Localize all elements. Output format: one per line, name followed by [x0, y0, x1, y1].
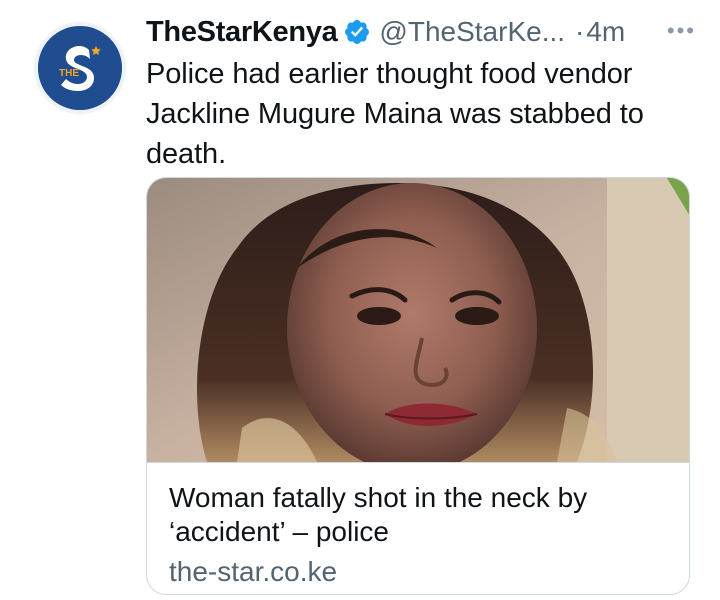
tweet-header: TheStarKenya @TheStarKe... · 4m •••: [146, 12, 706, 52]
verified-badge-icon: [343, 18, 371, 46]
tweet-text: Police had earlier thought food vendor J…: [146, 58, 644, 170]
article-photo[interactable]: [147, 178, 689, 462]
link-card-body[interactable]: Woman fatally shot in the neck by ‘accid…: [147, 462, 689, 594]
avatar[interactable]: THE: [34, 22, 126, 114]
author-display-name[interactable]: TheStarKenya: [146, 16, 338, 49]
link-card-domain[interactable]: the-star.co.ke: [169, 555, 669, 589]
more-options-icon[interactable]: •••: [667, 18, 696, 44]
tweet-timestamp[interactable]: 4m: [586, 16, 625, 48]
header-separator: ·: [575, 16, 585, 47]
avatar-logo-icon: THE: [38, 26, 122, 110]
author-handle[interactable]: @TheStarKe...: [379, 16, 565, 48]
tweet[interactable]: THE TheStarKenya @TheStarKe... · 4m ••• …: [0, 0, 720, 600]
svg-text:THE: THE: [59, 68, 79, 79]
link-card-title[interactable]: Woman fatally shot in the neck by ‘accid…: [169, 481, 639, 549]
link-card[interactable]: Woman fatally shot in the neck by ‘accid…: [146, 177, 690, 595]
